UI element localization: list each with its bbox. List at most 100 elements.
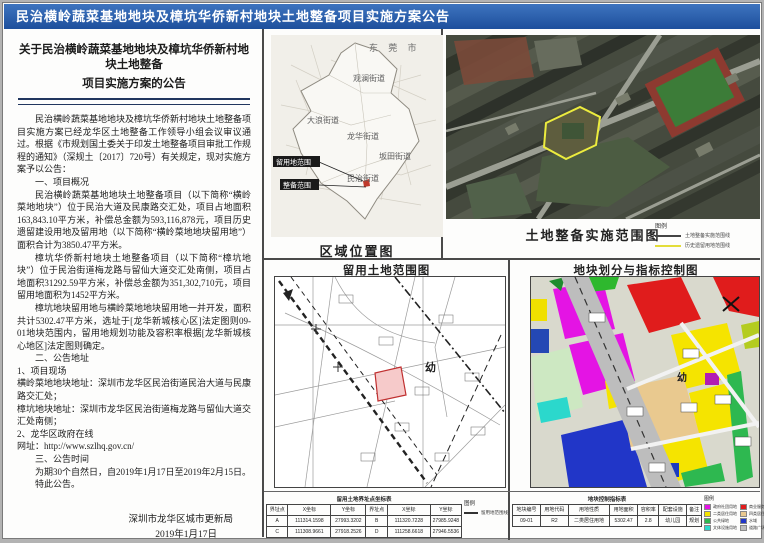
control-map-svg: 幼 — [530, 276, 760, 488]
control-map-legend: 图例 政府社团用地 商业服务业用地 二类居住用地 四类居住用地 公共绿地 水域 … — [704, 495, 762, 531]
control-indicator-table: 地块控制指标表 地块编号 用地代码 用地性质 用地面积 容积率 配套设施 备注 … — [512, 495, 702, 527]
cell: C — [267, 527, 288, 538]
legend-label: 水域 — [749, 518, 757, 524]
notice-paragraph: 樟坑地块留用地与横岭菜地地块留用地一并开发，面积共计5302.47平方米，选址于… — [17, 302, 251, 352]
cell: 111258.6618 — [387, 527, 430, 538]
col-header: X坐标 — [387, 505, 430, 516]
notice-paragraph: 1、项目现场 — [17, 365, 251, 378]
cell: 111320.7228 — [387, 516, 430, 527]
cell: 27985.9248 — [430, 516, 461, 527]
heading-rule — [18, 98, 250, 105]
col-header: 容积率 — [638, 505, 659, 516]
col-header: Y坐标 — [331, 505, 366, 516]
notice-heading-line1: 关于民治横岭蔬菜基地地块及樟坑华侨新村地块土地整备 — [17, 43, 251, 73]
notice-paragraph: 特此公告。 — [17, 478, 251, 491]
legend-color-swatch — [704, 504, 711, 510]
notice-paragraph: 为期30个自然日，自2019年1月17日至2019年2月15日。 — [17, 466, 251, 479]
legend-color-swatch — [704, 511, 711, 517]
notice-paragraph: 横岭菜地地块地址：深圳市龙华区民治街道民治大道与民康路交汇处； — [17, 377, 251, 402]
col-header: Y坐标 — [430, 505, 461, 516]
notice-paragraph: 民治横岭蔬菜基地地块土地整备项目（以下简称“横岭菜地地块”）位于民治大道及民康路… — [17, 189, 251, 252]
table-row: C 111308.9661 27918.2526 D 111258.6618 2… — [267, 527, 462, 538]
cell: 111308.9661 — [288, 527, 331, 538]
kindergarten-label: 幼 — [677, 371, 687, 384]
satellite-map-svg — [446, 35, 760, 219]
table-header-row: 地块编号 用地代码 用地性质 用地面积 容积率 配套设施 备注 — [513, 505, 702, 516]
legend-title: 图例 — [704, 495, 762, 502]
street-label: 大浪街道 — [307, 115, 339, 125]
satellite-legend: 图例 土地整备实施范围线 历史遗留用地范围线 — [655, 221, 761, 252]
region-map-svg: 东 莞 市 观澜街道 大浪街道 龙华街道 坂田街道 民治街道 留用地范围 整备范… — [271, 35, 443, 237]
callout-label: 整备范围 — [283, 181, 311, 190]
divider-vertical-main — [262, 29, 264, 537]
cell: 幼儿园 — [659, 516, 687, 527]
legend-label: 留用地范围线 — [481, 510, 508, 516]
legend-line-swatch — [655, 245, 681, 247]
zone-purple-chip — [705, 373, 719, 385]
coordinate-table-legend: 图例 留用地范围线 — [464, 499, 508, 516]
legend-label: 二类居住用地 — [713, 511, 737, 517]
reserved-map-svg: 幼 — [274, 276, 506, 488]
callout-label: 留用地范围 — [276, 158, 311, 167]
cell: B — [366, 516, 387, 527]
cell: 5302.47 — [610, 516, 638, 527]
notice-section-heading: 二、公告地址 — [17, 352, 251, 365]
col-header: 用地代码 — [540, 505, 568, 516]
cell: 2.8 — [638, 516, 659, 527]
zone-blue-chip — [531, 329, 549, 353]
coordinate-table: 留用土地界址点坐标表 界址点 X坐标 Y坐标 界址点 X坐标 Y坐标 A 111… — [266, 495, 462, 538]
legend-line-swatch — [655, 235, 681, 237]
legend-color-swatch — [740, 525, 747, 531]
page-title: 民治横岭蔬菜基地地块及樟坑华侨新村地块土地整备项目实施方案公告 — [4, 4, 760, 29]
legend-label: 土地整备实施范围线 — [685, 232, 730, 239]
col-header: 界址点 — [267, 505, 288, 516]
notice-section-heading: 一、项目概况 — [17, 176, 251, 189]
building-block — [534, 37, 582, 71]
cell: 规划 — [687, 516, 702, 527]
notice-url-line: 网址：http://www.szlhq.gov.cn/ — [17, 440, 251, 453]
region-map-caption: 区域位置图 — [271, 241, 443, 260]
col-header: 配套设施 — [659, 505, 687, 516]
street-label: 龙华街道 — [347, 131, 379, 141]
cell: 27918.2526 — [331, 527, 366, 538]
satellite-legend-title: 图例 — [655, 221, 761, 230]
notice-page: 民治横岭蔬菜基地地块及樟坑华侨新村地块土地整备项目实施方案公告 关于民治横岭蔬菜… — [2, 2, 762, 539]
cell: 09-01 — [513, 516, 541, 527]
legend-label: 四类居住用地 — [749, 511, 764, 517]
col-header: 界址点 — [366, 505, 387, 516]
notice-paragraph: 民治横岭蔬菜基地地块及樟坑华侨新村地块土地整备项目实施方案已经龙华区土地整备工作… — [17, 113, 251, 176]
reserved-parcel — [375, 367, 406, 401]
cell: D — [366, 527, 387, 538]
col-header: 备注 — [687, 505, 702, 516]
legend-color-swatch — [740, 504, 747, 510]
city-label: 东 莞 市 — [369, 42, 421, 53]
coordinate-table-title: 留用土地界址点坐标表 — [266, 495, 462, 503]
legend-color-swatch — [704, 525, 711, 531]
cell: R2 — [540, 516, 568, 527]
street-label: 民治街道 — [347, 173, 379, 183]
cell: 27993.3202 — [331, 516, 366, 527]
divider-vertical-bottom — [508, 260, 510, 540]
divider-horizontal-tables — [264, 491, 760, 492]
notice-section-heading: 三、公告时间 — [17, 453, 251, 466]
notice-document: 关于民治横岭蔬菜基地地块及樟坑华侨新村地块土地整备 项目实施方案的公告 民治横岭… — [6, 31, 262, 536]
cell: 27946.5536 — [430, 527, 461, 538]
legend-color-swatch — [740, 511, 747, 517]
notice-heading-line2: 项目实施方案的公告 — [17, 77, 251, 92]
legend-line-swatch — [464, 512, 478, 514]
legend-color-swatch — [704, 518, 711, 524]
legend-color-swatch — [740, 518, 747, 524]
project-inner-plot — [562, 123, 584, 139]
legend-label: 商业服务业用地 — [749, 504, 764, 510]
issuing-authority: 深圳市龙华区城市更新局 — [17, 513, 251, 528]
table-header-row: 界址点 X坐标 Y坐标 界址点 X坐标 Y坐标 — [267, 505, 462, 516]
legend-label: 公共绿地 — [713, 518, 729, 524]
cell: 111314.1598 — [288, 516, 331, 527]
cleared-land — [454, 37, 534, 85]
cell: 二类居住用地 — [568, 516, 609, 527]
notice-paragraph: 2、龙华区政府在线 — [17, 428, 251, 441]
annotation-boxes — [339, 295, 485, 461]
control-table-title: 地块控制指标表 — [512, 495, 702, 503]
table-row: A 111314.1598 27993.3202 B 111320.7228 2… — [267, 516, 462, 527]
street-label: 观澜街道 — [353, 73, 385, 83]
